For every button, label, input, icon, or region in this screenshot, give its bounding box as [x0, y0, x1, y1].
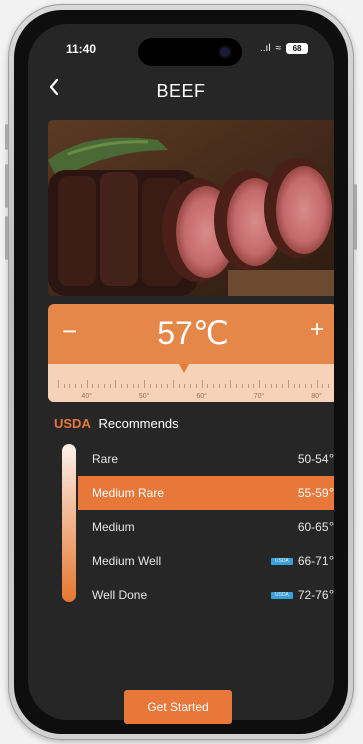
doneness-name: Well Done: [92, 588, 148, 602]
temperature-ruler[interactable]: 40° 50° 60° 70° 80°: [48, 364, 334, 402]
page-title: BEEF: [156, 81, 206, 101]
ruler-tick: [253, 384, 255, 388]
recommends-label: Recommends: [98, 416, 179, 431]
ruler-tick: [207, 384, 209, 388]
doneness-name: Rare: [92, 452, 119, 466]
ruler-tick: [270, 384, 272, 388]
ruler-tick: [310, 384, 312, 388]
ruler-tick: [241, 384, 243, 388]
ruler-tick: [201, 380, 203, 388]
usda-heading: USDA Recommends: [54, 416, 179, 431]
usda-badge-icon: USDA: [270, 557, 293, 565]
dynamic-island: [138, 38, 242, 66]
usda-label: USDA: [54, 416, 91, 431]
ruler-tick: [149, 384, 151, 388]
ruler-tick: [184, 384, 186, 388]
battery-icon: 68: [286, 43, 309, 54]
power-button: [354, 184, 357, 250]
phone-frame: 11:40 ..ıl ≈ 68 BEEF − 57℃ + 40° 50° 60°…: [5, 4, 357, 740]
doneness-range: 66-71℃: [297, 554, 334, 568]
doneness-range: 72-76℃: [297, 588, 334, 602]
doneness-name: Medium Rare: [92, 486, 165, 500]
ruler-tick: [259, 380, 261, 388]
ruler-tick: [92, 384, 94, 388]
ruler-label: 40°: [81, 393, 93, 400]
ruler-tick: [138, 384, 140, 388]
doneness-row-well-done[interactable]: Well Done USDA 72-76℃: [78, 578, 334, 612]
usda-badge-icon: USDA: [270, 591, 293, 599]
ruler-tick: [293, 384, 295, 388]
ruler-tick: [264, 384, 266, 388]
ruler-tick: [80, 384, 82, 388]
doneness-row-rare[interactable]: Rare 50-54℃: [78, 442, 334, 476]
ruler-tick: [115, 380, 117, 388]
ruler-tick: [172, 380, 174, 388]
doneness-list: Rare 50-54℃ Medium Rare 55-59℃ Medium 60…: [78, 442, 334, 612]
ruler-tick: [316, 380, 318, 388]
ruler-tick: [161, 384, 163, 388]
ruler-tick: [155, 384, 157, 388]
ruler-tick: [236, 384, 238, 388]
screen: 11:40 ..ıl ≈ 68 BEEF − 57℃ + 40° 50° 60°…: [28, 24, 334, 720]
doneness-name: Medium: [92, 520, 135, 534]
wifi-icon: ≈: [275, 43, 282, 54]
side-button: [5, 124, 8, 150]
ruler-tick: [109, 384, 111, 388]
get-started-button[interactable]: Get Started: [124, 690, 232, 724]
doneness-name: Medium Well: [92, 554, 162, 568]
status-time: 11:40: [66, 42, 97, 56]
ruler-tick: [103, 384, 105, 388]
phone-bezel: 11:40 ..ıl ≈ 68 BEEF − 57℃ + 40° 50° 60°…: [14, 10, 348, 734]
ruler-tick: [58, 380, 59, 388]
ruler-tick: [69, 384, 71, 388]
ruler-tick: [247, 384, 249, 388]
ruler-label: 50°: [138, 393, 150, 400]
doneness-row-medium-rare[interactable]: Medium Rare 55-59℃: [78, 476, 334, 510]
ruler-tick: [132, 384, 134, 388]
ruler-tick: [75, 384, 77, 388]
ruler-label: 60°: [196, 393, 207, 400]
ruler-tick: [121, 384, 123, 388]
ruler-tick: [178, 384, 180, 388]
ruler-tick: [126, 384, 128, 388]
increase-temperature-button[interactable]: +: [310, 316, 324, 344]
ruler-tick: [63, 384, 65, 388]
temperature-value: 57℃: [157, 315, 229, 351]
volume-down-button: [5, 216, 8, 260]
ruler-tick: [218, 384, 220, 388]
status-icons: ..ıl ≈ 68: [260, 43, 309, 54]
ruler-label: 70°: [253, 393, 265, 400]
doneness-gradient-bar: [62, 444, 76, 602]
ruler-tick: [213, 384, 215, 388]
volume-up-button: [5, 164, 8, 208]
ruler-tick: [86, 380, 88, 388]
ruler-tick: [195, 384, 197, 388]
ruler-tick: [167, 384, 169, 388]
ruler-tick: [299, 384, 301, 388]
temperature-header: − 57℃ +: [48, 304, 334, 364]
ruler-tick: [230, 380, 232, 388]
doneness-range: 50-54℃: [297, 452, 334, 466]
doneness-row-medium-well[interactable]: Medium Well USDA 66-71℃: [78, 544, 334, 578]
ruler-tick: [282, 384, 284, 388]
ruler-tick: [322, 384, 324, 388]
ruler-tick: [190, 384, 192, 388]
beef-photo: [48, 120, 334, 296]
ruler-tick: [305, 384, 307, 388]
doneness-range: 55-59℃: [297, 486, 334, 500]
doneness-row-medium[interactable]: Medium 60-65℃: [78, 510, 334, 544]
doneness-range: 60-65℃: [297, 520, 334, 534]
signal-icon: ..ıl: [260, 43, 271, 54]
ruler-tick: [98, 384, 100, 388]
ruler-tick: [144, 380, 146, 388]
ruler-tick: [328, 384, 329, 388]
ruler-tick: [287, 380, 289, 388]
temperature-control: − 57℃ + 40° 50° 60° 70° 80°: [48, 304, 334, 402]
temperature-pointer-icon[interactable]: [179, 364, 190, 373]
camera-icon: [220, 47, 230, 57]
ruler-label: 80°: [311, 393, 322, 400]
ruler-tick: [276, 384, 278, 388]
ruler-tick: [224, 384, 226, 388]
